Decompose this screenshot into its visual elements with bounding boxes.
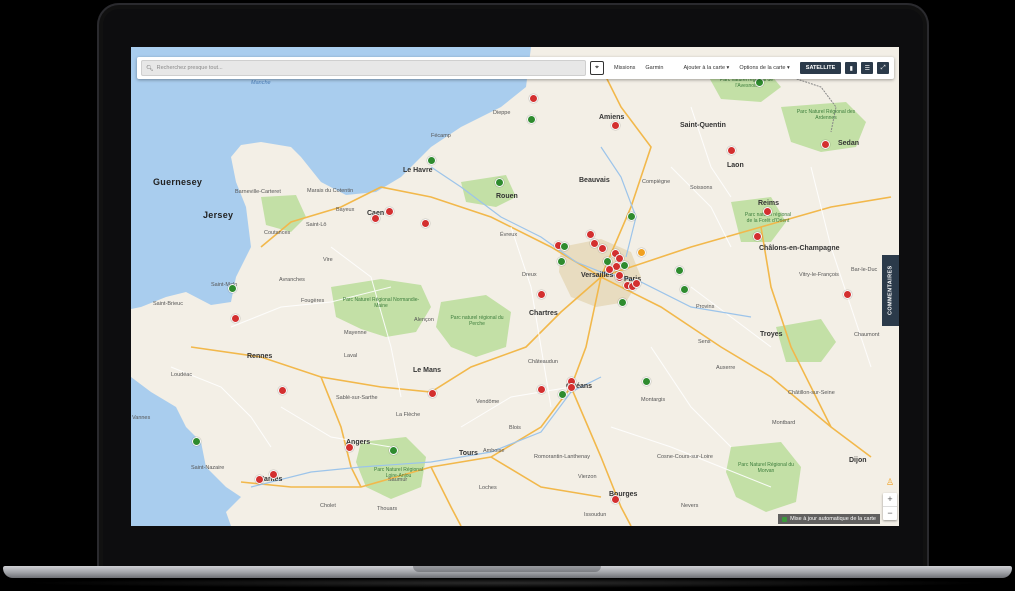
- auto-update-status[interactable]: Mise à jour automatique de la carte: [778, 514, 880, 524]
- map-marker-orange[interactable]: [637, 248, 646, 257]
- sea-channel: [131, 47, 531, 309]
- map-marker-green[interactable]: [495, 178, 504, 187]
- auto-update-label: Mise à jour automatique de la carte: [790, 516, 876, 522]
- zoom-control: + −: [883, 493, 897, 520]
- menu-icon: ☰: [864, 65, 871, 72]
- map-marker-red[interactable]: [753, 232, 762, 241]
- crosshair-icon: ⌖: [595, 64, 599, 71]
- layers-button[interactable]: ▮: [845, 62, 858, 74]
- search-input[interactable]: Recherchez presque tout...: [157, 65, 223, 71]
- laptop-notch: [413, 566, 601, 572]
- park-morvan: [726, 442, 801, 512]
- map-marker-red[interactable]: [615, 271, 624, 280]
- park-marais: [261, 195, 306, 232]
- map-marker-green[interactable]: [527, 115, 536, 124]
- map-screen[interactable]: Guernesey Jersey Manche Amiens Saint-Que…: [131, 47, 899, 526]
- map-marker-green[interactable]: [427, 156, 436, 165]
- zoom-out-button[interactable]: −: [883, 506, 897, 520]
- park-foret-orient: [776, 319, 836, 362]
- expand-icon: ⤢: [880, 64, 886, 71]
- map-marker-red[interactable]: [821, 140, 830, 149]
- map-canvas[interactable]: [131, 47, 899, 526]
- map-marker-green[interactable]: [642, 377, 651, 386]
- map-marker-red[interactable]: [278, 386, 287, 395]
- label-normandie-maine: Parc Naturel Régional Normandie-Maine: [342, 297, 420, 309]
- search-box[interactable]: 🔍︎ Recherchez presque tout...: [141, 60, 586, 76]
- caret-down-icon: ▾: [726, 65, 730, 71]
- map-marker-green[interactable]: [192, 437, 201, 446]
- map-marker-green[interactable]: [755, 78, 764, 87]
- map-marker-red[interactable]: [537, 385, 546, 394]
- locate-button[interactable]: ⌖: [590, 61, 604, 75]
- map-marker-red[interactable]: [632, 279, 641, 288]
- missions-button[interactable]: Missions: [614, 65, 635, 71]
- map-marker-green[interactable]: [620, 261, 629, 270]
- map-marker-green[interactable]: [557, 257, 566, 266]
- map-marker-green[interactable]: [228, 284, 237, 293]
- caret-down-icon: ▾: [787, 65, 790, 71]
- sea-atlantic: [131, 377, 241, 526]
- add-to-map-dropdown[interactable]: Ajouter à la carte ▾: [683, 65, 729, 71]
- search-icon: 🔍︎: [146, 65, 154, 72]
- map-marker-red[interactable]: [269, 470, 278, 479]
- map-marker-red[interactable]: [255, 475, 264, 484]
- map-marker-red[interactable]: [421, 219, 430, 228]
- map-marker-red[interactable]: [345, 443, 354, 452]
- fullscreen-button[interactable]: ⤢: [877, 62, 890, 74]
- document-icon: ▮: [849, 65, 853, 72]
- map-marker-red[interactable]: [586, 230, 595, 239]
- map-marker-green[interactable]: [618, 298, 627, 307]
- garmin-button[interactable]: Garmin: [645, 65, 663, 71]
- map-marker-red[interactable]: [371, 214, 380, 223]
- park-boucles-seine: [461, 175, 516, 207]
- zoom-in-button[interactable]: +: [883, 493, 897, 506]
- map-marker-green[interactable]: [680, 285, 689, 294]
- grid-button[interactable]: ☰: [861, 62, 874, 74]
- map-marker-red[interactable]: [567, 383, 576, 392]
- map-marker-green[interactable]: [389, 446, 398, 455]
- checkbox-icon: [782, 516, 788, 522]
- map-marker-red[interactable]: [611, 121, 620, 130]
- map-marker-green[interactable]: [558, 390, 567, 399]
- map-marker-red[interactable]: [385, 207, 394, 216]
- map-marker-red[interactable]: [843, 290, 852, 299]
- map-marker-red[interactable]: [727, 146, 736, 155]
- map-marker-green[interactable]: [627, 212, 636, 221]
- minor-roads: [170, 106, 872, 488]
- label-ardennes: Parc Naturel Régional des Ardennes: [796, 109, 856, 121]
- comments-tab[interactable]: COMMENTAIRES: [882, 255, 899, 326]
- map-marker-red[interactable]: [529, 94, 538, 103]
- map-options-dropdown[interactable]: Options de la carte ▾: [739, 65, 789, 71]
- laptop-shadow: [20, 578, 995, 588]
- label-loire-anjou: Parc Naturel Régional Loire-Anjou: [374, 467, 423, 479]
- map-marker-red[interactable]: [598, 244, 607, 253]
- label-perche: Parc naturel régional du Perche: [450, 315, 504, 327]
- map-marker-red[interactable]: [231, 314, 240, 323]
- add-to-map-label: Ajouter à la carte: [683, 65, 726, 71]
- map-marker-red[interactable]: [605, 265, 614, 274]
- map-marker-red[interactable]: [428, 389, 437, 398]
- map-marker-green[interactable]: [560, 242, 569, 251]
- map-options-label: Options de la carte: [739, 65, 786, 71]
- map-marker-red[interactable]: [611, 495, 620, 504]
- label-morvan: Parc Naturel Régional du Morvan: [738, 462, 794, 474]
- map-marker-red[interactable]: [537, 290, 546, 299]
- street-view-pegman-icon[interactable]: ♙: [885, 475, 895, 489]
- map-toolbar: 🔍︎ Recherchez presque tout... ⌖ Missions…: [137, 57, 894, 79]
- satellite-button[interactable]: SATELLITE: [799, 62, 842, 74]
- map-marker-red[interactable]: [763, 207, 772, 216]
- map-marker-green[interactable]: [675, 266, 684, 275]
